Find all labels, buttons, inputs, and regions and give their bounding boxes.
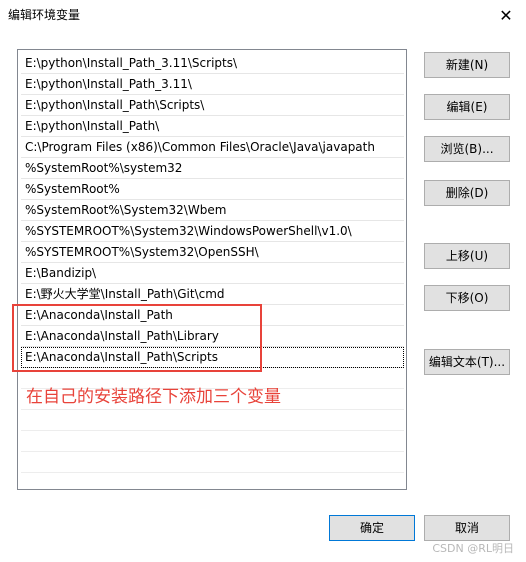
list-empty-row[interactable] [21,431,404,452]
list-item[interactable]: %SystemRoot% [21,179,404,200]
list-item[interactable]: %SystemRoot%\System32\Wbem [21,200,404,221]
list-item[interactable]: E:\python\Install_Path_3.11\ [21,74,404,95]
title-bar: 编辑环境变量 ✕ [0,0,526,30]
annotation-text: 在自己的安装路径下添加三个变量 [26,387,281,407]
path-list[interactable]: E:\python\Install_Path_3.11\Scripts\ E:\… [17,49,407,490]
cancel-button[interactable]: 取消 [424,515,510,541]
list-item[interactable]: %SystemRoot%\system32 [21,158,404,179]
close-icon: ✕ [499,5,513,25]
edit-env-var-dialog: 编辑环境变量 ✕ E:\python\Install_Path_3.11\Scr… [0,0,526,562]
list-empty-row[interactable] [21,452,404,473]
watermark: CSDN @RL明日 [432,542,514,555]
browse-button[interactable]: 浏览(B)... [424,136,510,162]
ok-button[interactable]: 确定 [329,515,415,541]
move-down-button[interactable]: 下移(O) [424,285,510,311]
list-item[interactable]: C:\Program Files (x86)\Common Files\Orac… [21,137,404,158]
new-button[interactable]: 新建(N) [424,52,510,78]
list-item[interactable]: E:\Bandizip\ [21,263,404,284]
close-button[interactable]: ✕ [486,0,526,30]
move-up-button[interactable]: 上移(U) [424,243,510,269]
window-title: 编辑环境变量 [8,8,81,22]
edit-button[interactable]: 编辑(E) [424,94,510,120]
delete-button[interactable]: 删除(D) [424,180,510,206]
list-empty-row[interactable] [21,410,404,431]
list-item[interactable]: E:\python\Install_Path\Scripts\ [21,95,404,116]
list-item[interactable]: E:\python\Install_Path_3.11\Scripts\ [21,53,404,74]
list-item[interactable]: E:\python\Install_Path\ [21,116,404,137]
list-item[interactable]: E:\野火大学堂\Install_Path\Git\cmd [21,284,404,305]
list-item[interactable]: %SYSTEMROOT%\System32\WindowsPowerShell\… [21,221,404,242]
list-item[interactable]: %SYSTEMROOT%\System32\OpenSSH\ [21,242,404,263]
highlight-box [12,304,262,372]
edit-text-button[interactable]: 编辑文本(T)... [424,349,510,375]
